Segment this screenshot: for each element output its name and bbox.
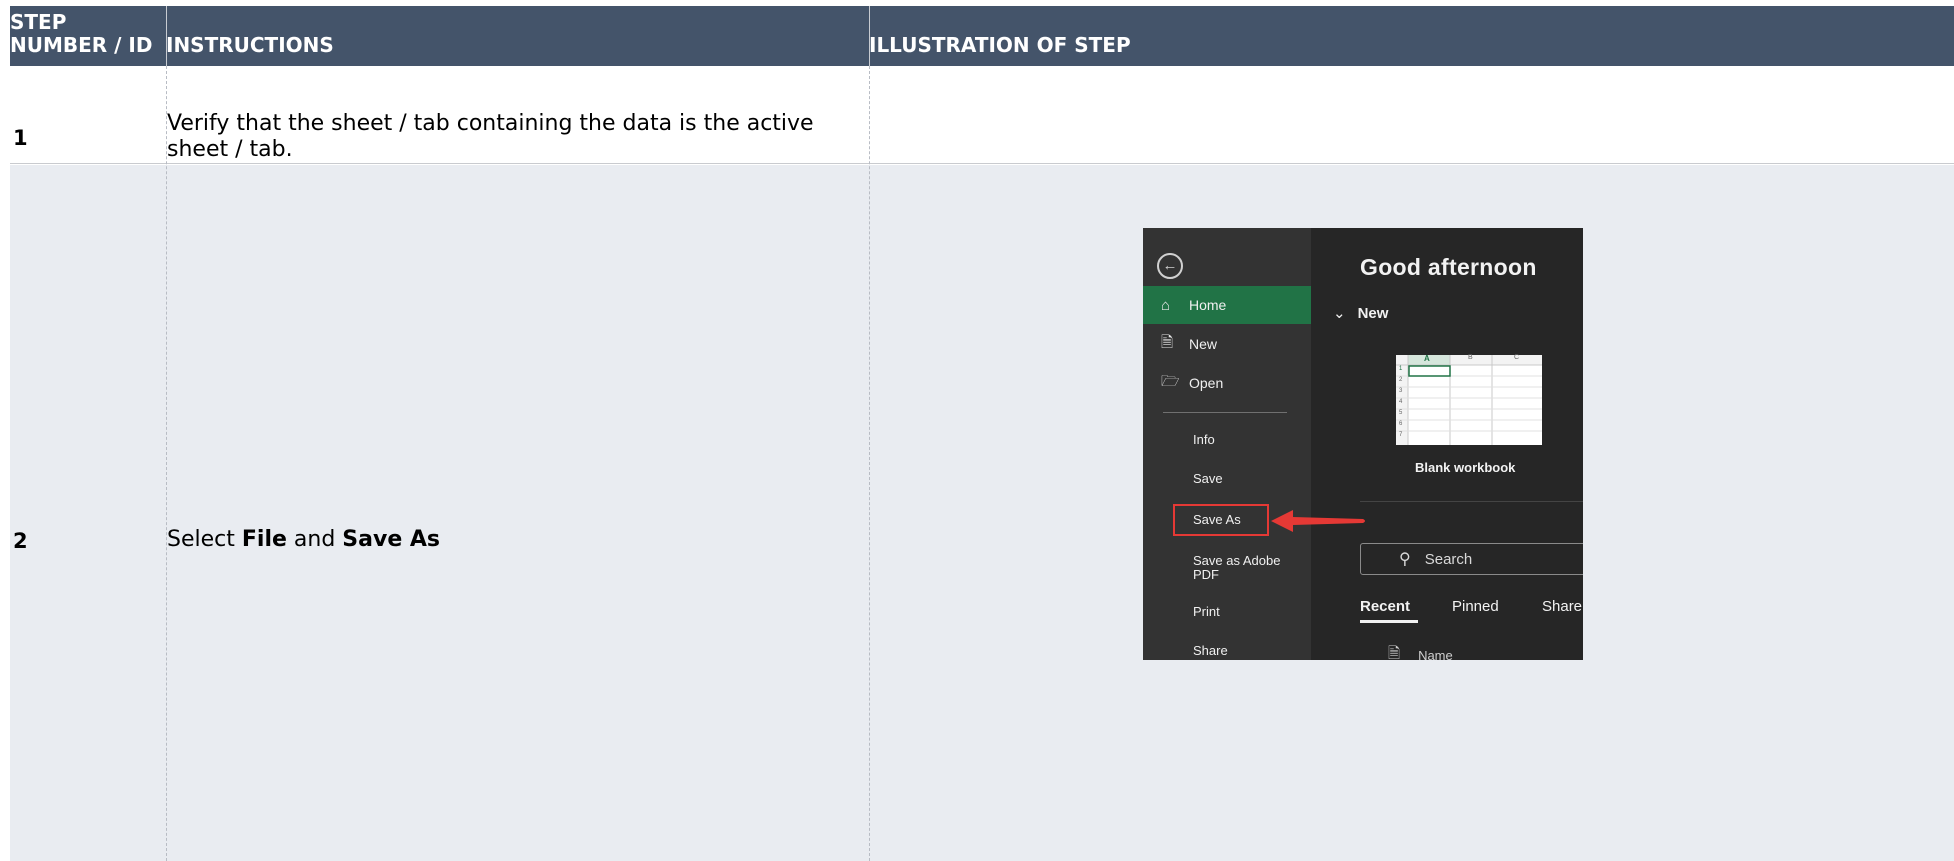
header-illustration: ILLUSTRATION OF STEP — [869, 33, 1131, 57]
red-arrow-icon — [1271, 510, 1365, 532]
nav-item-share: Share — [1193, 642, 1228, 658]
header-step-number: STEP NUMBER / ID — [10, 6, 166, 66]
nav-divider — [1163, 412, 1287, 413]
section-divider — [1360, 501, 1583, 502]
save-as-highlight-box — [1173, 504, 1269, 536]
excel-backstage-screenshot: ← ⌂ Home 🗎 New 🗁 Open Info Save Save As … — [1143, 228, 1583, 660]
folder-open-icon: 🗁 — [1161, 372, 1180, 390]
search-icon: ⚲ — [1399, 551, 1411, 568]
tab-share: Share — [1542, 598, 1583, 615]
step-number: 2 — [13, 529, 28, 553]
home-icon: ⌂ — [1161, 296, 1171, 314]
tab-recent: Recent — [1360, 598, 1411, 615]
nav-item-home: ⌂ Home — [1143, 286, 1311, 324]
thumb-row-7: 7 — [1399, 432, 1403, 438]
thumb-col-b: B — [1468, 354, 1473, 361]
nav-item-save-as-pdf: Save as Adobe PDF — [1193, 553, 1281, 582]
table-row: 1 Verify that the sheet / tab containing… — [10, 66, 1954, 164]
instruction-line: sheet / tab. — [167, 137, 293, 162]
new-file-icon: 🗎 — [1161, 333, 1174, 351]
spreadsheet-grid-icon — [1396, 355, 1542, 445]
instruction-line: Verify that the sheet / tab containing t… — [167, 111, 814, 136]
back-arrow-icon: ← — [1157, 253, 1183, 279]
nav-item-save: Save — [1193, 470, 1223, 486]
file-keyword: File — [241, 527, 287, 552]
thumb-col-c: C — [1514, 354, 1520, 361]
tab-pinned: Pinned — [1452, 598, 1499, 615]
column-divider — [869, 66, 870, 861]
name-column-header: 🗎 Name — [1388, 643, 1453, 660]
step-instruction: Select File and Save As — [167, 527, 441, 552]
header-row: STEP NUMBER / ID INSTRUCTIONS ILLUSTRATI… — [10, 6, 1954, 66]
thumb-row-2: 2 — [1399, 377, 1403, 383]
instruction-sheet: STEP NUMBER / ID INSTRUCTIONS ILLUSTRATI… — [10, 6, 1954, 861]
new-section-heading: ⌄ New — [1333, 305, 1389, 322]
nav-item-print: Print — [1193, 603, 1220, 619]
file-icon: 🗎 — [1388, 645, 1401, 660]
greeting-heading: Good afternoon — [1360, 254, 1537, 280]
header-step-line2: NUMBER / ID — [10, 33, 153, 57]
thumb-row-3: 3 — [1399, 388, 1403, 394]
thumb-col-a: A — [1424, 354, 1430, 363]
blank-workbook-thumbnail: A B C 1 2 3 4 5 6 7 — [1396, 354, 1542, 445]
step-number: 1 — [13, 126, 28, 150]
tab-recent-underline — [1360, 620, 1418, 623]
header-step-line1: STEP — [10, 10, 67, 34]
thumb-row-1: 1 — [1399, 366, 1403, 372]
save-as-keyword: Save As — [342, 527, 441, 552]
nav-item-open: 🗁 Open — [1143, 364, 1311, 402]
search-input: ⚲ Search — [1360, 543, 1583, 575]
blank-workbook-label: Blank workbook — [1415, 460, 1516, 475]
thumb-row-4: 4 — [1399, 399, 1403, 405]
search-placeholder: Search — [1424, 550, 1473, 568]
step-instruction: Verify that the sheet / tab containing t… — [167, 111, 814, 163]
table-row: 2 Select File and Save As — [10, 165, 1954, 861]
header-instructions: INSTRUCTIONS — [166, 33, 334, 57]
column-divider — [166, 66, 167, 861]
nav-item-new: 🗎 New — [1143, 325, 1311, 363]
thumb-row-6: 6 — [1399, 421, 1403, 427]
thumb-row-5: 5 — [1399, 410, 1403, 416]
nav-item-info: Info — [1193, 431, 1215, 447]
chevron-down-icon: ⌄ — [1333, 305, 1346, 322]
